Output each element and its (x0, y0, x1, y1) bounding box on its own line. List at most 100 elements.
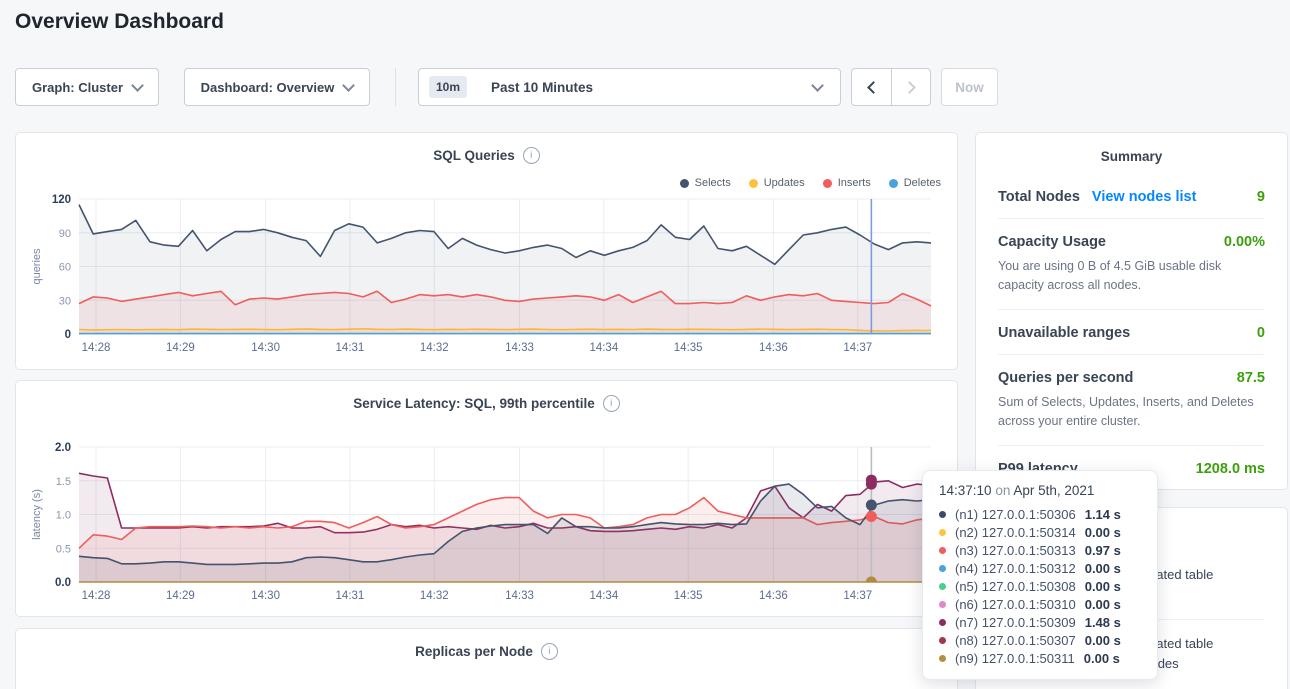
summary-label: Capacity Usage (998, 234, 1106, 250)
node-latency-value: 1.48 s (1085, 615, 1121, 630)
svg-text:14:28: 14:28 (82, 590, 111, 602)
node-latency-value: 0.00 s (1085, 561, 1121, 576)
info-icon[interactable]: i (523, 147, 540, 164)
summary-row: Unavailable ranges0 (998, 309, 1265, 354)
legend-label: Updates (764, 177, 805, 189)
node-latency-value: 0.97 s (1085, 543, 1121, 558)
legend-item[interactable]: Updates (749, 177, 805, 189)
view-nodes-list-link[interactable]: View nodes list (1092, 189, 1197, 205)
svg-text:0: 0 (65, 329, 71, 341)
svg-text:14:33: 14:33 (505, 342, 534, 354)
tooltip-node-row: (n9) 127.0.0.1:503110.00 s (939, 649, 1141, 667)
svg-text:latency (s): latency (s) (31, 489, 43, 540)
svg-text:2.0: 2.0 (55, 442, 71, 454)
svg-text:14:36: 14:36 (759, 590, 788, 602)
replicas-header: Replicas per Node i (16, 643, 957, 660)
node-address: (n4) 127.0.0.1:50312 (955, 561, 1076, 576)
node-color-dot-icon (939, 619, 946, 626)
time-range-label: Past 10 Minutes (491, 80, 593, 95)
node-color-dot-icon (939, 529, 946, 536)
node-color-dot-icon (939, 511, 946, 518)
node-address: (n6) 127.0.0.1:50310 (955, 597, 1076, 612)
overview-dashboard-page: Overview Dashboard Graph: Cluster Dashbo… (0, 0, 1290, 689)
dashboard-dropdown-label: Dashboard: Overview (201, 80, 335, 95)
node-address: (n9) 127.0.0.1:50311 (955, 651, 1075, 666)
node-latency-value: 0.00 s (1085, 525, 1121, 540)
time-range-badge: 10m (429, 76, 467, 98)
node-latency-value: 1.14 s (1085, 507, 1121, 522)
svg-text:14:30: 14:30 (251, 342, 280, 354)
tooltip-node-row: (n6) 127.0.0.1:50310 0.00 s (939, 595, 1141, 613)
node-color-dot-icon (939, 547, 946, 554)
summary-rows: Total NodesView nodes list9Capacity Usag… (976, 164, 1287, 490)
svg-text:14:34: 14:34 (589, 590, 618, 602)
legend-item[interactable]: Deletes (889, 177, 941, 189)
sql-queries-chart[interactable]: 120906030014:2814:2914:3014:3114:3214:33… (16, 133, 957, 369)
summary-panel: Summary Total NodesView nodes list9Capac… (975, 132, 1288, 490)
toolbar-divider (395, 68, 396, 106)
tooltip-timestamp: 14:37:10 on Apr 5th, 2021 (939, 483, 1141, 498)
svg-text:120: 120 (52, 194, 71, 206)
node-color-dot-icon (939, 655, 946, 662)
tooltip-time: 14:37:10 (939, 483, 992, 498)
sql-queries-header: SQL Queries i (16, 147, 957, 164)
summary-description: Sum of Selects, Updates, Inserts, and De… (998, 393, 1265, 432)
tooltip-node-row: (n1) 127.0.0.1:50306 1.14 s (939, 505, 1141, 523)
svg-text:14:37: 14:37 (843, 342, 872, 354)
page-title: Overview Dashboard (15, 10, 224, 34)
now-button[interactable]: Now (941, 68, 998, 106)
node-latency-value: 0.00 s (1085, 597, 1121, 612)
node-address: (n7) 127.0.0.1:50309 (955, 615, 1076, 630)
sql-queries-panel: 120906030014:2814:2914:3014:3114:3214:33… (15, 132, 958, 370)
node-address: (n5) 127.0.0.1:50308 (955, 579, 1076, 594)
graph-dropdown-label: Graph: Cluster (32, 80, 123, 95)
summary-value: 0 (1257, 325, 1265, 341)
node-color-dot-icon (939, 565, 946, 572)
legend-dot-icon (749, 179, 758, 188)
node-color-dot-icon (939, 583, 946, 590)
svg-text:queries: queries (31, 248, 43, 285)
svg-text:14:30: 14:30 (251, 590, 280, 602)
time-prev-button[interactable] (851, 68, 891, 106)
node-color-dot-icon (939, 637, 946, 644)
replicas-per-node-panel: Replicas per Node i (15, 628, 958, 689)
legend-item[interactable]: Inserts (823, 177, 871, 189)
legend-dot-icon (823, 179, 832, 188)
time-range-dropdown[interactable]: 10m Past 10 Minutes (418, 68, 841, 106)
summary-value: 1208.0 ms (1196, 461, 1265, 477)
node-address: (n1) 127.0.0.1:50306 (955, 507, 1076, 522)
service-latency-chart[interactable]: 2.01.51.00.50.014:2814:2914:3014:3114:32… (16, 381, 957, 616)
svg-text:90: 90 (59, 228, 71, 240)
summary-row: Queries per second87.5Sum of Selects, Up… (998, 354, 1265, 445)
tooltip-connector: on (995, 483, 1010, 498)
summary-title: Summary (976, 133, 1287, 164)
info-icon[interactable]: i (541, 643, 558, 660)
info-icon[interactable]: i (603, 395, 620, 412)
tooltip-node-row: (n5) 127.0.0.1:503080.00 s (939, 577, 1141, 595)
time-step-buttons (851, 68, 931, 106)
node-latency-value: 0.00 s (1085, 633, 1121, 648)
tooltip-node-row: (n3) 127.0.0.1:503130.97 s (939, 541, 1141, 559)
legend-dot-icon (889, 179, 898, 188)
sql-legend: Selects Updates Inserts Deletes (680, 177, 941, 189)
svg-text:14:34: 14:34 (589, 342, 618, 354)
legend-item[interactable]: Selects (680, 177, 731, 189)
svg-text:14:31: 14:31 (336, 590, 365, 602)
summary-row: Capacity Usage0.00%You are using 0 B of … (998, 218, 1265, 309)
dashboard-dropdown[interactable]: Dashboard: Overview (184, 68, 370, 106)
legend-label: Deletes (904, 177, 941, 189)
svg-text:14:36: 14:36 (759, 342, 788, 354)
graph-dropdown[interactable]: Graph: Cluster (15, 68, 159, 106)
node-address: (n8) 127.0.0.1:50307 (955, 633, 1076, 648)
service-latency-header: Service Latency: SQL, 99th percentile i (16, 395, 957, 412)
chart-tooltip: 14:37:10 on Apr 5th, 2021 (n1) 127.0.0.1… (922, 470, 1158, 680)
svg-text:14:29: 14:29 (166, 590, 195, 602)
svg-text:14:32: 14:32 (420, 590, 449, 602)
chart-title: SQL Queries (433, 148, 515, 163)
svg-text:14:28: 14:28 (82, 342, 111, 354)
tooltip-date: Apr 5th, 2021 (1013, 483, 1094, 498)
chevron-down-icon (342, 79, 355, 92)
svg-text:14:35: 14:35 (674, 342, 703, 354)
node-color-dot-icon (939, 601, 946, 608)
time-next-button[interactable] (891, 68, 931, 106)
